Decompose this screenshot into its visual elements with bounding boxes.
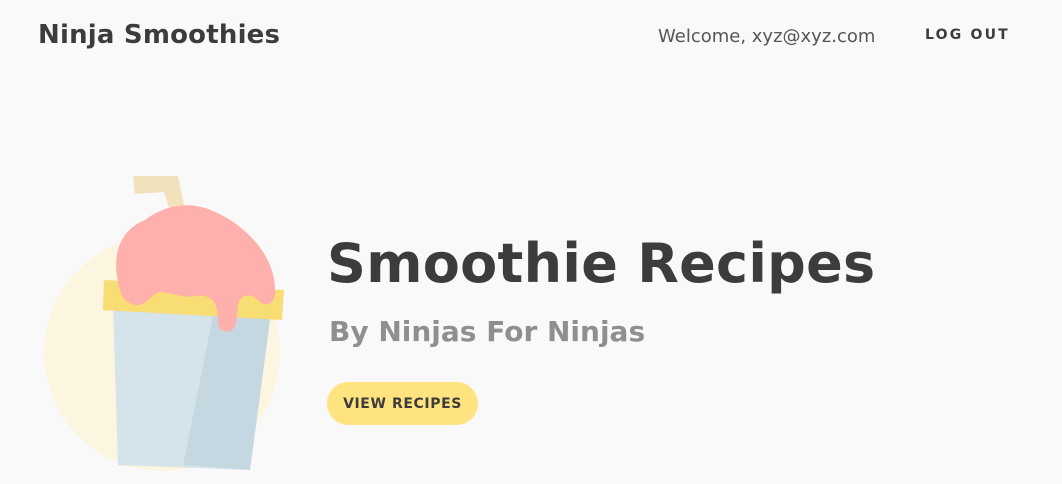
page: Ninja Smoothies Welcome, xyz@xyz.com LOG… [0,0,1062,484]
welcome-message: Welcome, xyz@xyz.com [658,26,876,47]
smoothie-cup-icon [40,170,290,484]
brand-logo[interactable]: Ninja Smoothies [38,20,280,50]
hero-title: Smoothie Recipes [327,232,876,295]
logout-link[interactable]: LOG OUT [925,27,1010,43]
view-recipes-button[interactable]: VIEW RECIPES [327,382,478,425]
hero-subtitle: By Ninjas For Ninjas [329,315,646,348]
